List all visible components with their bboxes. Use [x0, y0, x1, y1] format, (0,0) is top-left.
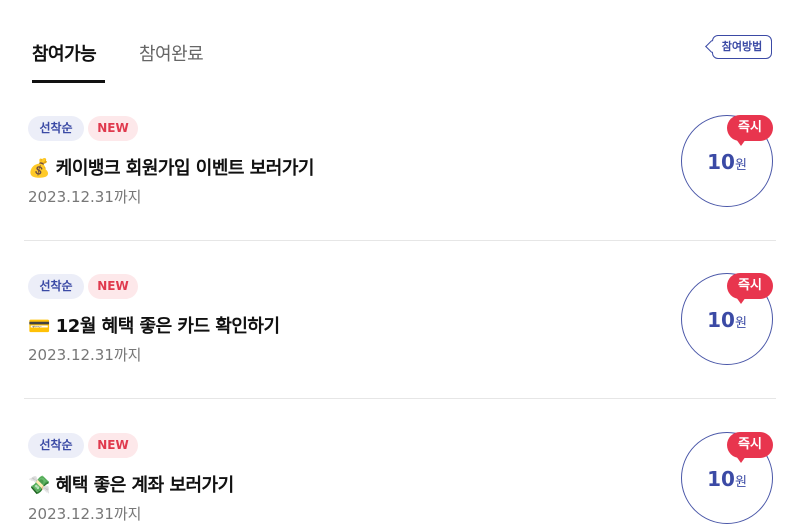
list-item[interactable]: 선착순 NEW 💰 케이뱅크 회원가입 이벤트 보러가기 2023.12.31까…: [0, 0, 800, 241]
first-come-badge: 선착순: [28, 433, 84, 458]
instant-badge: 즉시: [727, 273, 773, 304]
reward-amount: 10: [707, 467, 735, 491]
money-with-wings-icon: 💸: [28, 475, 50, 496]
item-title[interactable]: 💸 혜택 좋은 계좌 보러가기: [28, 471, 234, 497]
first-come-badge: 선착순: [28, 116, 84, 141]
reward-unit: 원: [734, 475, 747, 490]
new-badge: NEW: [88, 274, 138, 299]
instant-badge: 즉시: [727, 432, 773, 463]
list-item[interactable]: 선착순 NEW 💳 12월 혜택 좋은 카드 확인하기 2023.12.31까지…: [0, 158, 800, 399]
first-come-badge: 선착순: [28, 274, 84, 299]
new-badge: NEW: [88, 433, 138, 458]
instant-badge: 즉시: [727, 115, 773, 146]
item-deadline: 2023.12.31까지: [28, 505, 142, 523]
new-badge: NEW: [88, 116, 138, 141]
item-title-text: 혜택 좋은 계좌 보러가기: [55, 475, 234, 496]
list-item[interactable]: 선착순 NEW 💸 혜택 좋은 계좌 보러가기 2023.12.31까지 10원…: [0, 317, 800, 524]
